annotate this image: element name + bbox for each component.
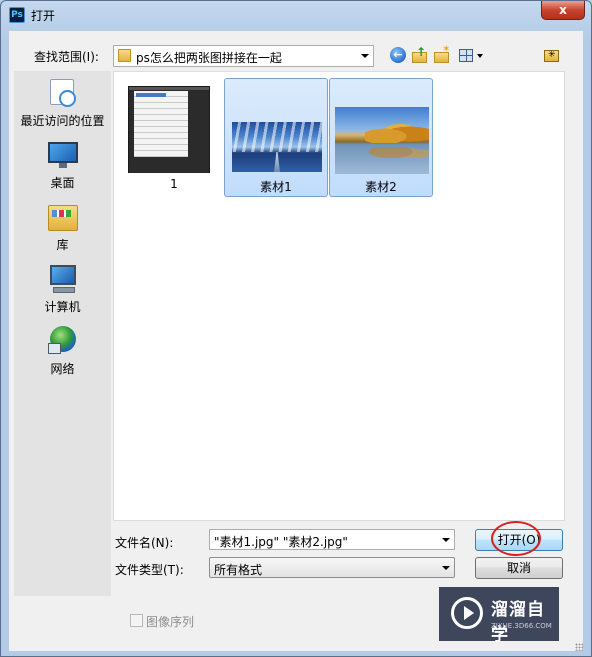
place-label: 桌面	[50, 176, 75, 190]
desktop-icon	[47, 139, 79, 171]
file-tile[interactable]: 素材1	[224, 78, 328, 197]
file-name-value: "素材1.jpg" "素材2.jpg"	[214, 535, 348, 549]
watermark-url: ZIXUE.3D66.COM	[491, 622, 552, 630]
image-sequence-label: 图像序列	[146, 615, 195, 629]
play-logo-icon	[451, 597, 483, 629]
look-in-label: 查找范围(I):	[34, 50, 99, 64]
open-file-dialog: Ps 打开 x 查找范围(I): ps怎么把两张图拼接在一起 ← ↑ ✶ ✳ 最…	[0, 0, 592, 657]
ps-icon: Ps	[9, 7, 25, 23]
look-in-value: ps怎么把两张图拼接在一起	[136, 51, 282, 65]
cancel-button[interactable]: 取消	[475, 557, 563, 579]
watermark: 溜溜自学 ZIXUE.3D66.COM	[439, 587, 559, 645]
places-bar: 最近访问的位置 桌面 库 计算机 网络	[14, 71, 111, 596]
folder-icon	[118, 49, 131, 62]
network-icon	[47, 325, 79, 357]
file-name: 1	[170, 177, 178, 191]
file-thumbnail	[127, 83, 221, 173]
watermark-brand: 溜溜自学	[491, 600, 545, 645]
close-button[interactable]: x	[541, 1, 585, 20]
file-name: 素材1	[260, 180, 292, 194]
computer-icon	[47, 263, 79, 295]
window-title: 打开	[31, 9, 56, 23]
place-label: 计算机	[44, 300, 81, 314]
back-icon[interactable]: ←	[390, 47, 408, 65]
file-thumbnail	[335, 84, 429, 174]
place-desktop[interactable]: 桌面	[14, 139, 111, 191]
file-type-label: 文件类型(T):	[115, 563, 184, 577]
file-tile[interactable]: 1	[122, 78, 226, 197]
chevron-down-icon	[442, 566, 450, 570]
file-list[interactable]: 1 素材1 素材2	[113, 71, 565, 521]
title-bar: Ps 打开 x	[1, 1, 591, 29]
image-sequence-checkbox[interactable]	[130, 614, 143, 627]
place-recent[interactable]: 最近访问的位置	[14, 77, 111, 129]
file-type-value: 所有格式	[214, 563, 263, 577]
place-libraries[interactable]: 库	[14, 201, 111, 253]
dialog-client-area: 查找范围(I): ps怎么把两张图拼接在一起 ← ↑ ✶ ✳ 最近访问的位置 桌…	[9, 31, 583, 651]
folder-special-icon[interactable]: ✳	[543, 47, 561, 65]
file-name-input[interactable]: "素材1.jpg" "素材2.jpg"	[209, 529, 455, 550]
file-type-dropdown[interactable]: 所有格式	[209, 557, 455, 578]
look-in-dropdown[interactable]: ps怎么把两张图拼接在一起	[113, 45, 374, 67]
place-network[interactable]: 网络	[14, 325, 111, 377]
place-label: 最近访问的位置	[20, 114, 105, 128]
chevron-down-icon[interactable]	[442, 538, 450, 542]
up-folder-icon[interactable]: ↑	[411, 45, 429, 65]
highlight-circle	[491, 521, 541, 556]
place-computer[interactable]: 计算机	[14, 263, 111, 315]
libraries-icon	[47, 201, 79, 233]
place-label: 网络	[50, 362, 75, 376]
place-label: 库	[56, 238, 69, 252]
recent-places-icon	[47, 77, 79, 109]
new-folder-icon[interactable]: ✶	[433, 44, 451, 65]
resize-grip[interactable]	[575, 643, 583, 651]
view-menu-icon[interactable]	[458, 47, 486, 65]
file-thumbnail	[230, 84, 324, 174]
file-tile[interactable]: 素材2	[329, 78, 433, 197]
file-name-label: 文件名(N):	[115, 536, 174, 550]
file-name: 素材2	[365, 180, 397, 194]
chevron-down-icon	[361, 54, 369, 58]
